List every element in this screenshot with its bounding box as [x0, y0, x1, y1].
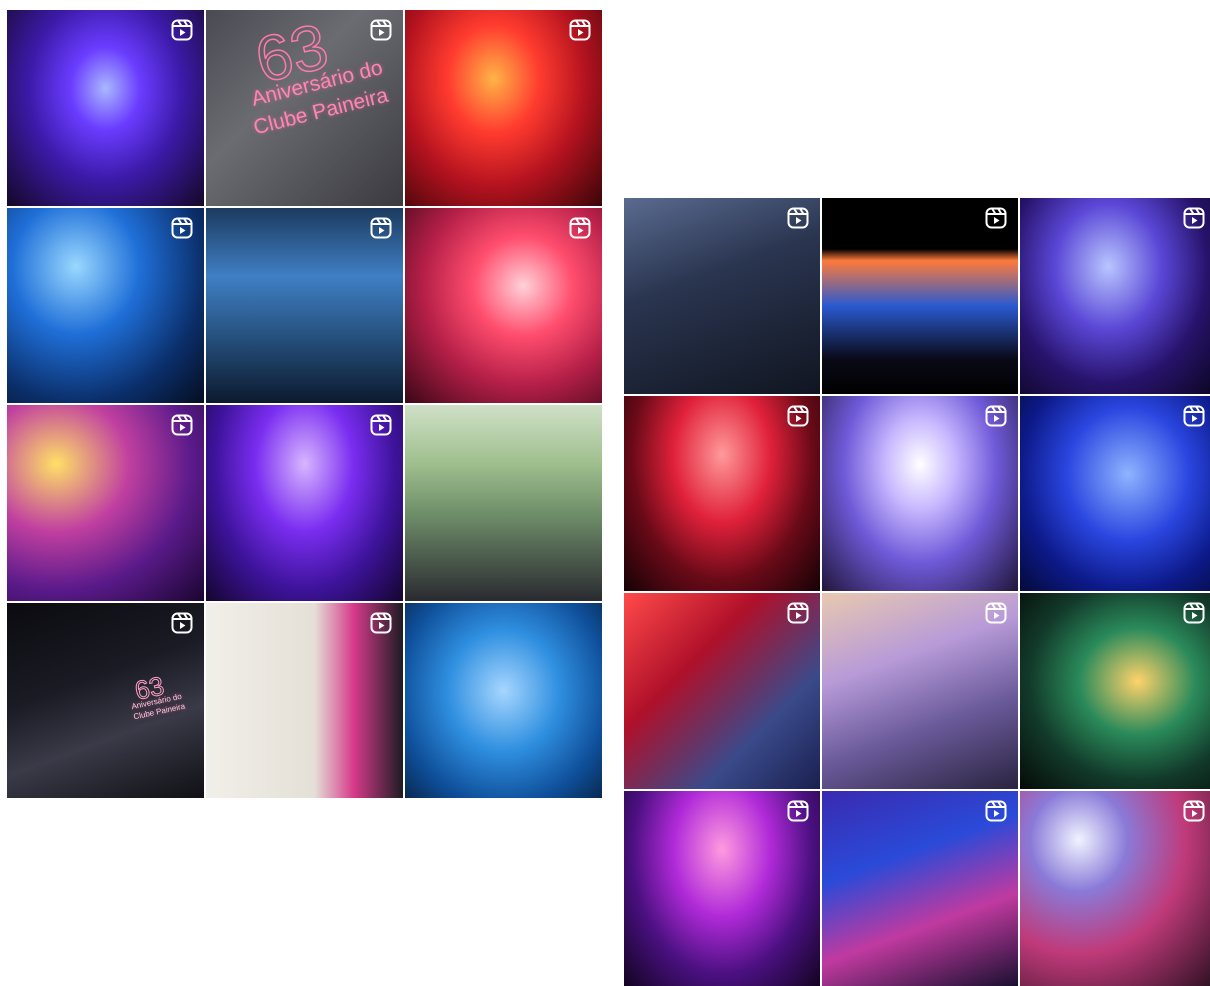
grid-tile-guitarist-purple-stage[interactable] — [624, 791, 820, 986]
grid-tile-singer-pink-stage[interactable] — [405, 208, 602, 404]
grid-tile-singer-leather-pants-blue[interactable] — [206, 208, 403, 404]
reel-icon — [984, 799, 1008, 823]
reel-icon — [1182, 601, 1206, 625]
grid-tile-crowd-wide-stage[interactable] — [822, 198, 1018, 394]
reel-icon — [984, 404, 1008, 428]
reel-icon — [369, 413, 393, 437]
reel-icon — [786, 601, 810, 625]
reel-icon — [369, 216, 393, 240]
grid-tile-party-tables-balloons[interactable] — [1020, 791, 1210, 986]
reel-icon — [984, 206, 1008, 230]
reel-icon — [170, 216, 194, 240]
grid-tile-concert-stage-red[interactable] — [405, 10, 602, 206]
reel-icon — [786, 206, 810, 230]
reel-icon — [1182, 799, 1206, 823]
grid-tile-bassist-blue-closeup[interactable] — [822, 791, 1018, 986]
reel-icon — [786, 404, 810, 428]
reel-icon — [568, 216, 592, 240]
photo-grid-right — [624, 198, 1210, 986]
photo-grid-left: 63Aniversário doClube Paineira 63Aniversá… — [7, 10, 602, 798]
grid-tile-singer-purple-stage[interactable] — [206, 405, 403, 601]
tile-image — [405, 603, 602, 799]
grid-tile-band-singer-dark-stage[interactable] — [624, 198, 820, 394]
grid-tile-band-blue-stage[interactable] — [1020, 396, 1210, 592]
grid-tile-band-red-lights[interactable] — [624, 396, 820, 592]
grid-tile-singer-crowd-surf[interactable] — [1020, 198, 1210, 394]
reel-icon — [369, 18, 393, 42]
grid-tile-speaker-at-podium[interactable]: 63Aniversário doClube Paineira — [7, 603, 204, 799]
reel-icon — [786, 799, 810, 823]
reel-icon — [170, 611, 194, 635]
grid-tile-band-lavender-lights[interactable] — [822, 396, 1018, 592]
grid-tile-singer-arms-out[interactable] — [822, 593, 1018, 789]
grid-tile-singer-purple-yellow-lights[interactable] — [7, 405, 204, 601]
grid-tile-singer-blue-stage[interactable] — [7, 208, 204, 404]
reel-icon — [984, 601, 1008, 625]
grid-tile-guitarist-green-stage[interactable] — [1020, 593, 1210, 789]
tile-image — [405, 405, 602, 601]
reel-icon — [170, 413, 194, 437]
grid-tile-singer-closeup-red[interactable] — [624, 593, 820, 789]
grid-tile-white-cake-orchids[interactable] — [206, 603, 403, 799]
reel-icon — [568, 18, 592, 42]
reel-icon — [1182, 404, 1206, 428]
reel-icon — [1182, 206, 1206, 230]
grid-tile-men-in-suits-group[interactable] — [405, 405, 602, 601]
reel-icon — [170, 18, 194, 42]
reel-icon — [369, 611, 393, 635]
grid-tile-concert-stage-purple[interactable] — [7, 10, 204, 206]
grid-tile-water-polo-team-pool[interactable] — [405, 603, 602, 799]
grid-tile-anniversary-card[interactable]: 63Aniversário doClube Paineira — [206, 10, 403, 206]
